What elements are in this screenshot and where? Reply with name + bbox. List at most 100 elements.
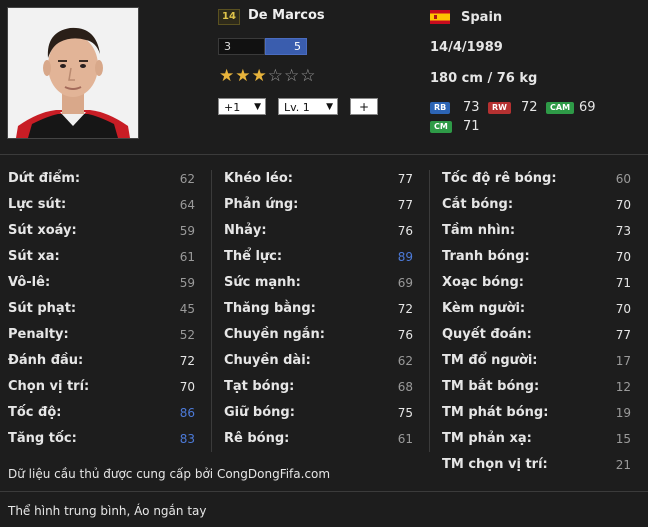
stat-label: Đánh đầu: [8, 353, 84, 368]
stat-label: TM phản xạ: [442, 431, 532, 446]
jersey-number-badge: 14 [218, 9, 240, 25]
stat-label: Giữ bóng: [224, 405, 295, 420]
stat-label: Sút xoáy: [8, 223, 77, 238]
star-rating: ★★★☆☆☆ [219, 66, 317, 86]
stat-value: 75 [397, 406, 413, 420]
stat-label: Chuyền ngắn: [224, 327, 325, 342]
stat-value: 70 [179, 380, 195, 394]
stat-value: 68 [397, 380, 413, 394]
player-name: De Marcos [248, 8, 325, 23]
weak-foot-rating: 3 [218, 38, 265, 55]
stat-value: 77 [615, 328, 631, 342]
spain-flag-icon [430, 10, 450, 24]
divider [0, 154, 648, 155]
stat-label: TM đổ người: [442, 353, 538, 368]
stat-value: 76 [397, 328, 413, 342]
stat-value: 19 [615, 406, 631, 420]
level-select[interactable]: Lv. 1 ▼ [278, 98, 338, 115]
stat-label: Chuyền dài: [224, 353, 311, 368]
add-button[interactable]: + [350, 98, 378, 115]
stat-label: TM phát bóng: [442, 405, 549, 420]
stat-label: Cắt bóng: [442, 197, 514, 212]
position-badge-cm: CM [430, 121, 452, 133]
stat-value: 12 [615, 380, 631, 394]
divider [0, 491, 648, 492]
stat-label: Khéo léo: [224, 171, 294, 186]
stat-label: Sút phạt: [8, 301, 77, 316]
stat-label: Thăng bằng: [224, 301, 316, 316]
stat-value: 70 [615, 250, 631, 264]
stat-value: 71 [615, 276, 631, 290]
stat-label: Tốc độ: [8, 405, 62, 420]
stat-value: 72 [397, 302, 413, 316]
stat-value: 77 [397, 198, 413, 212]
stat-value: 89 [397, 250, 413, 264]
level-select-value: Lv. 1 [284, 101, 310, 114]
stat-value: 17 [615, 354, 631, 368]
stat-value: 83 [179, 432, 195, 446]
column-divider [429, 170, 430, 452]
position-badge-rw: RW [488, 102, 511, 114]
stat-value: 77 [397, 172, 413, 186]
stat-label: Penalty: [8, 327, 69, 342]
stat-label: Tốc độ rê bóng: [442, 171, 557, 186]
stat-label: Quyết đoán: [442, 327, 532, 342]
position-rating-rw: 72 [521, 100, 538, 115]
stat-value: 73 [615, 224, 631, 238]
stat-label: Phản ứng: [224, 197, 299, 212]
position-rating-cm: 71 [463, 119, 480, 134]
stat-value: 59 [179, 276, 195, 290]
date-of-birth: 14/4/1989 [430, 40, 503, 55]
stat-label: Kèm người: [442, 301, 526, 316]
stat-label: TM chọn vị trí: [442, 457, 548, 472]
position-badge-cam: CAM [546, 102, 575, 114]
stat-value: 60 [615, 172, 631, 186]
stat-label: Tầm nhìn: [442, 223, 516, 238]
stat-value: 59 [179, 224, 195, 238]
column-divider [211, 170, 212, 452]
stat-label: Chọn vị trí: [8, 379, 90, 394]
stat-value: 64 [179, 198, 195, 212]
stat-label: Nhảy: [224, 223, 267, 238]
stat-label: Sút xa: [8, 249, 60, 264]
stat-value: 76 [397, 224, 413, 238]
position-badge-rb: RB [430, 102, 451, 114]
nation-name: Spain [461, 10, 503, 25]
upgrade-select[interactable]: +1 ▼ [218, 98, 266, 115]
star-empty-icon: ☆ [300, 66, 317, 86]
stat-label: Tạt bóng: [224, 379, 295, 394]
stat-value: 86 [179, 406, 195, 420]
stat-label: Rê bóng: [224, 431, 290, 446]
stat-label: Thể lực: [224, 249, 283, 264]
stat-label: Dứt điểm: [8, 171, 81, 186]
stat-label: Tăng tốc: [8, 431, 77, 446]
stat-label: Tranh bóng: [442, 249, 530, 264]
star-filled-icon: ★ [219, 66, 236, 86]
star-empty-icon: ☆ [284, 66, 301, 86]
stat-value: 52 [179, 328, 195, 342]
stat-value: 62 [397, 354, 413, 368]
star-filled-icon: ★ [251, 66, 268, 86]
stat-label: Xoạc bóng: [442, 275, 524, 290]
stat-value: 21 [615, 458, 631, 472]
data-source-note: Dữ liệu cầu thủ được cung cấp bởi CongDo… [8, 467, 331, 481]
stat-value: 62 [179, 172, 195, 186]
height-weight: 180 cm / 76 kg [430, 71, 538, 86]
stat-label: Sức mạnh: [224, 275, 301, 290]
star-empty-icon: ☆ [267, 66, 284, 86]
stat-value: 61 [179, 250, 195, 264]
body-description: Thể hình trung bình, Áo ngắn tay [8, 504, 207, 518]
skill-moves-rating: 5 [265, 38, 307, 55]
stat-value: 15 [615, 432, 631, 446]
chevron-down-icon: ▼ [326, 102, 333, 112]
stat-value: 61 [397, 432, 413, 446]
player-photo [7, 7, 139, 139]
stat-label: Lực sút: [8, 197, 67, 212]
upgrade-select-value: +1 [224, 101, 241, 114]
stat-value: 69 [397, 276, 413, 290]
chevron-down-icon: ▼ [254, 102, 261, 112]
star-filled-icon: ★ [235, 66, 252, 86]
position-rating-cam: 69 [579, 100, 596, 115]
stat-label: TM bắt bóng: [442, 379, 540, 394]
stat-value: 70 [615, 302, 631, 316]
